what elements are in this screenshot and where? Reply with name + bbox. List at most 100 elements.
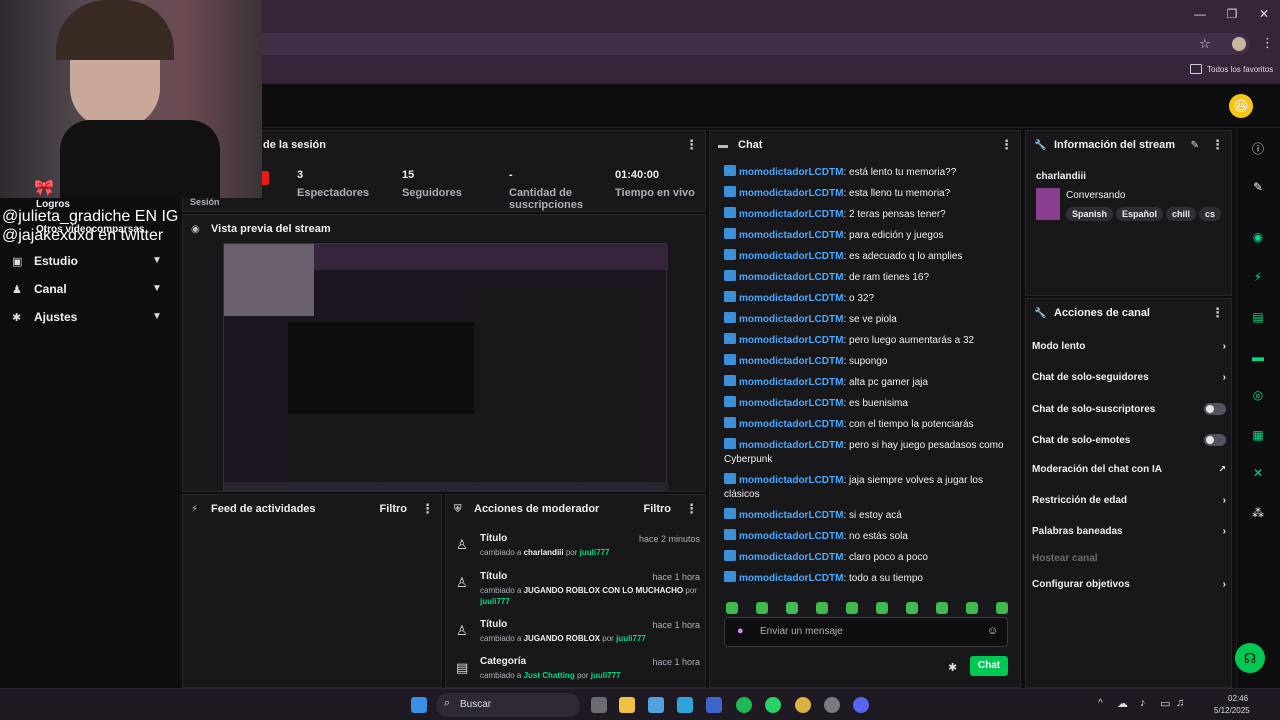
task-view-icon[interactable] bbox=[591, 697, 607, 713]
chat-username[interactable]: momodictadorLCDTM bbox=[739, 167, 843, 178]
close-window-button[interactable]: ✕ bbox=[1254, 6, 1274, 22]
action-moderacion-ia[interactable]: Moderación del chat con IA ↗ bbox=[1032, 464, 1226, 475]
browser-menu-icon[interactable]: ⋮ bbox=[1261, 35, 1274, 51]
more-options-icon[interactable]: ⋮ bbox=[685, 137, 698, 153]
chevron-down-icon[interactable]: ▼ bbox=[152, 311, 162, 322]
clock-date[interactable]: 5/12/2025 bbox=[1214, 706, 1250, 715]
chevron-down-icon[interactable]: ▼ bbox=[152, 283, 162, 294]
maximize-button[interactable]: ❐ bbox=[1222, 6, 1242, 22]
mic-icon[interactable]: ♪ bbox=[1140, 697, 1146, 709]
address-bar[interactable] bbox=[250, 33, 1250, 55]
store-icon[interactable] bbox=[648, 697, 664, 713]
emote-icon[interactable] bbox=[816, 602, 828, 614]
obs-icon[interactable] bbox=[824, 697, 840, 713]
taskbar-search[interactable]: ⌕ Buscar bbox=[436, 693, 580, 717]
gear-icon[interactable]: ✱ bbox=[948, 661, 957, 674]
chat-username[interactable]: momodictadorLCDTM bbox=[739, 251, 843, 262]
eye-icon[interactable]: ◉ bbox=[1246, 230, 1270, 244]
edge-icon[interactable] bbox=[677, 697, 693, 713]
sidebar-item-estudio[interactable]: ▣ Estudio bbox=[12, 254, 78, 268]
app-icon[interactable] bbox=[706, 697, 722, 713]
microphone-icon[interactable]: ● bbox=[737, 625, 744, 637]
chat-username[interactable]: momodictadorLCDTM bbox=[739, 356, 843, 367]
action-solo-seguidores[interactable]: Chat de solo-seguidores › bbox=[1032, 372, 1226, 383]
chat-username[interactable]: momodictadorLCDTM bbox=[739, 573, 843, 584]
chrome-icon[interactable] bbox=[795, 697, 811, 713]
bolt-icon[interactable]: ⚡ bbox=[1246, 270, 1270, 284]
support-button[interactable]: ☊ bbox=[1235, 643, 1265, 673]
discord-icon[interactable] bbox=[853, 697, 869, 713]
edit-icon[interactable]: ✎ bbox=[1191, 140, 1199, 151]
action-solo-suscriptores[interactable]: Chat de solo-suscriptores bbox=[1032, 403, 1226, 415]
star-icon[interactable]: ☆ bbox=[1199, 36, 1211, 52]
toggle-switch[interactable] bbox=[1204, 434, 1226, 446]
more-options-icon[interactable]: ⋮ bbox=[421, 501, 434, 517]
chat-icon[interactable]: ▬ bbox=[1246, 350, 1270, 364]
emote-icon[interactable] bbox=[906, 602, 918, 614]
emote-icon[interactable] bbox=[996, 602, 1008, 614]
cloud-icon[interactable]: ☁ bbox=[1117, 697, 1128, 710]
chat-username[interactable]: momodictadorLCDTM bbox=[739, 531, 843, 542]
emote-icon[interactable] bbox=[966, 602, 978, 614]
action-modo-lento[interactable]: Modo lento › bbox=[1032, 341, 1226, 352]
chat-username[interactable]: momodictadorLCDTM bbox=[739, 314, 843, 325]
info-icon[interactable]: ⓘ bbox=[1246, 140, 1270, 157]
chat-username[interactable]: momodictadorLCDTM bbox=[739, 209, 843, 220]
chat-username[interactable]: momodictadorLCDTM bbox=[739, 419, 843, 430]
chat-username[interactable]: momodictadorLCDTM bbox=[739, 230, 843, 241]
chat-username[interactable]: momodictadorLCDTM bbox=[739, 188, 843, 199]
chevron-up-icon[interactable]: ^ bbox=[1098, 698, 1103, 709]
preview-video[interactable] bbox=[223, 243, 668, 492]
chat-username[interactable]: momodictadorLCDTM bbox=[739, 293, 843, 304]
filter-button[interactable]: Filtro bbox=[644, 503, 672, 515]
more-options-icon[interactable]: ⋮ bbox=[1000, 137, 1013, 153]
windows-start-icon[interactable] bbox=[411, 697, 427, 713]
volume-icon[interactable]: ♫ bbox=[1176, 697, 1184, 709]
action-restriccion-edad[interactable]: Restricción de edad › bbox=[1032, 495, 1226, 506]
sidebar-item-ajustes[interactable]: ✱ Ajustes bbox=[12, 310, 77, 324]
pencil-icon[interactable]: ✎ bbox=[1246, 180, 1270, 194]
action-palabras-baneadas[interactable]: Palabras baneadas › bbox=[1032, 526, 1226, 537]
more-options-icon[interactable]: ⋮ bbox=[1211, 305, 1224, 321]
clock-time[interactable]: 02:46 bbox=[1228, 694, 1248, 703]
chat-input[interactable]: ● Enviar un mensaje ☺ bbox=[724, 617, 1008, 647]
emote-icon[interactable] bbox=[756, 602, 768, 614]
network-icon[interactable]: ▭ bbox=[1160, 697, 1170, 710]
action-configurar-objetivos[interactable]: Configurar objetivos › bbox=[1032, 579, 1226, 590]
chat-username[interactable]: momodictadorLCDTM bbox=[739, 398, 843, 409]
chat-username[interactable]: momodictadorLCDTM bbox=[739, 552, 843, 563]
chat-username[interactable]: momodictadorLCDTM bbox=[739, 475, 843, 486]
profile-avatar[interactable] bbox=[1232, 37, 1246, 51]
user-avatar[interactable]: 😆 bbox=[1229, 94, 1253, 118]
broadcast-icon[interactable]: ◎ bbox=[1246, 388, 1270, 402]
emote-icon[interactable] bbox=[876, 602, 888, 614]
tag[interactable]: cs bbox=[1199, 207, 1222, 221]
chat-username[interactable]: momodictadorLCDTM bbox=[739, 510, 843, 521]
emote-icon[interactable] bbox=[786, 602, 798, 614]
all-bookmarks-link[interactable]: Todos los favoritos bbox=[1207, 65, 1273, 74]
tag[interactable]: chill bbox=[1166, 207, 1197, 221]
emote-icon[interactable] bbox=[936, 602, 948, 614]
whatsapp-icon[interactable] bbox=[765, 697, 781, 713]
toggle-switch[interactable] bbox=[1204, 403, 1226, 415]
document-icon[interactable]: ▤ bbox=[1246, 310, 1270, 324]
spotify-icon[interactable] bbox=[736, 697, 752, 713]
chat-username[interactable]: momodictadorLCDTM bbox=[739, 377, 843, 388]
file-explorer-icon[interactable] bbox=[619, 697, 635, 713]
layout-icon[interactable]: ▦ bbox=[1246, 428, 1270, 442]
minimize-button[interactable]: — bbox=[1190, 6, 1210, 22]
chat-username[interactable]: momodictadorLCDTM bbox=[739, 335, 843, 346]
emote-icon[interactable] bbox=[846, 602, 858, 614]
emote-icon[interactable] bbox=[726, 602, 738, 614]
more-options-icon[interactable]: ⋮ bbox=[1211, 137, 1224, 153]
emoji-icon[interactable]: ☺ bbox=[987, 625, 998, 637]
wrench-icon[interactable]: ✕ bbox=[1246, 466, 1270, 480]
chat-username[interactable]: momodictadorLCDTM bbox=[739, 440, 843, 451]
chat-send-button[interactable]: Chat bbox=[970, 656, 1008, 676]
chevron-down-icon[interactable]: ▼ bbox=[152, 255, 162, 266]
filter-button[interactable]: Filtro bbox=[380, 503, 408, 515]
action-solo-emotes[interactable]: Chat de solo-emotes bbox=[1032, 434, 1226, 446]
more-options-icon[interactable]: ⋮ bbox=[685, 501, 698, 517]
tag[interactable]: Español bbox=[1116, 207, 1164, 221]
chat-username[interactable]: momodictadorLCDTM bbox=[739, 272, 843, 283]
